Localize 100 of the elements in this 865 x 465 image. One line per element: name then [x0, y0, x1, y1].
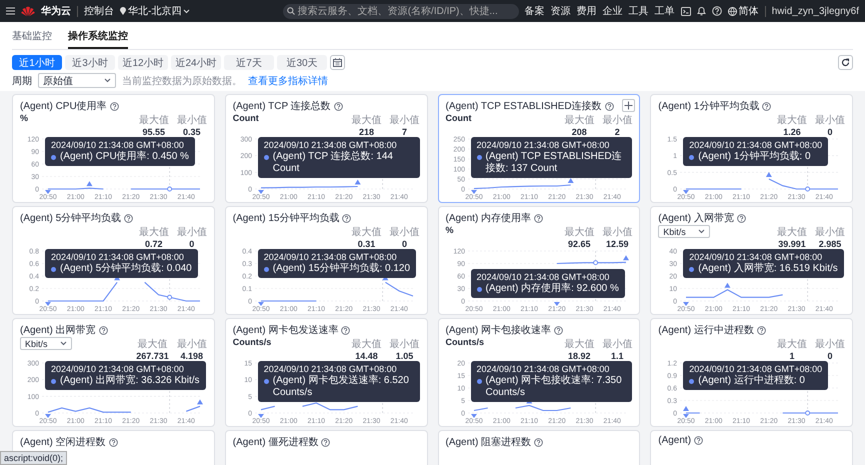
min-value: 1.05	[396, 351, 414, 361]
min-label: 最小值	[602, 114, 632, 127]
hover-point	[805, 410, 810, 416]
help-icon[interactable]	[110, 102, 119, 110]
tab[interactable]: 基础监控	[12, 26, 52, 49]
max-label: 最大值	[777, 338, 807, 351]
brand-name[interactable]: 华为云	[41, 4, 71, 18]
max-label: 最大值	[777, 114, 807, 127]
min-label: 最小值	[390, 338, 420, 351]
help-icon[interactable]	[604, 102, 614, 110]
time-range-button[interactable]: 近3小时	[65, 55, 115, 70]
min-label: 最小值	[815, 226, 845, 239]
min-label: 最小值	[176, 226, 207, 239]
refresh-button[interactable]	[838, 55, 853, 70]
time-range-button[interactable]: 近12小时	[118, 55, 168, 70]
user-name[interactable]: hwid_zyn_3jlegny6f	[772, 6, 859, 16]
tooltip-time: 2024/09/10 21:34:08 GMT+08:00	[689, 252, 824, 262]
max-marker-icon	[724, 282, 731, 288]
console-link[interactable]: 控制台	[84, 4, 114, 18]
nav-link[interactable]: 资源	[550, 4, 571, 18]
series-dot	[264, 267, 269, 272]
details-link[interactable]: 查看更多指标详情	[248, 74, 328, 88]
min-marker-icon	[470, 190, 476, 194]
period-select[interactable]: 原始值	[38, 73, 116, 88]
tooltip-value: (Agent) TCP ESTABLISHED连接数: 137 Count	[486, 151, 623, 175]
tooltip-time: 2024/09/10 21:34:08 GMT+08:00	[264, 140, 398, 150]
add-button[interactable]	[622, 99, 636, 112]
nav-link[interactable]: 工单	[654, 4, 675, 18]
nav-link[interactable]: 工具	[628, 4, 649, 18]
series-dot	[264, 155, 269, 160]
card-title: (Agent) 1分钟平均负载	[658, 100, 760, 113]
card-title: (Agent) 僵死进程数	[232, 436, 318, 449]
help-icon[interactable]	[341, 326, 350, 334]
period-label: 周期	[12, 74, 32, 88]
card-title: (Agent) 15分钟平均负载	[232, 212, 340, 225]
min-value: 0.35	[182, 127, 201, 137]
time-range-button[interactable]: 近1小时	[12, 55, 62, 70]
max-label: 最大值	[138, 226, 169, 239]
series-dot	[689, 267, 694, 272]
help-icon[interactable]	[756, 326, 766, 334]
card-title: (Agent) 入网带宽	[658, 212, 734, 225]
card-title: (Agent) 网卡包发送速率	[232, 324, 338, 337]
status-text: ascript:void(0);	[0, 451, 68, 465]
max-label: 最大值	[564, 338, 594, 351]
terminal-icon[interactable]	[680, 6, 691, 16]
min-value: 0	[827, 351, 832, 361]
calendar-icon	[333, 58, 342, 67]
help-icon[interactable]	[534, 438, 544, 446]
menu-icon[interactable]	[6, 7, 15, 15]
series-dot	[51, 379, 56, 384]
help-icon[interactable]	[554, 326, 564, 334]
help-icon[interactable]	[108, 438, 118, 446]
calendar-button[interactable]	[330, 55, 345, 70]
card-title: (Agent) 空闲进程数	[20, 436, 106, 449]
bell-icon[interactable]	[696, 6, 706, 16]
card-title: (Agent) 出网带宽	[20, 324, 96, 337]
help-icon[interactable]	[321, 438, 330, 446]
help-icon[interactable]	[342, 214, 352, 222]
max-marker-icon	[766, 172, 772, 177]
language-selector[interactable]: 简体	[728, 4, 759, 18]
search-field[interactable]: 搜索云服务、文档、资源(名称/ID/IP)、快捷...	[282, 4, 519, 18]
help-icon[interactable]	[334, 102, 343, 110]
max-label: 最大值	[352, 338, 382, 351]
help-icon[interactable]	[98, 326, 108, 334]
min-value: 2	[614, 127, 620, 137]
tooltip-time: 2024/09/10 21:34:08 GMT+08:00	[51, 252, 185, 262]
max-value: 208	[572, 127, 587, 137]
max-label: 最大值	[564, 226, 594, 239]
max-label: 最大值	[137, 338, 168, 351]
min-value: 2.985	[818, 239, 842, 249]
time-range-button[interactable]: 近24小时	[171, 55, 221, 70]
unit-label: Counts/s	[446, 337, 484, 347]
help-icon[interactable]	[762, 102, 772, 110]
nav-link[interactable]: 费用	[576, 4, 597, 18]
series-dot	[264, 379, 269, 384]
min-value: 12.59	[606, 239, 629, 249]
region-selector[interactable]: 华北-北京四	[120, 4, 190, 18]
help-icon[interactable]	[694, 436, 704, 445]
tab[interactable]: 操作系统监控	[68, 26, 128, 49]
min-label: 最小值	[390, 226, 420, 239]
help-icon[interactable]	[124, 214, 134, 222]
help-icon[interactable]	[736, 214, 746, 222]
tooltip-value: (Agent) 出网带宽: 36.326 Kbit/s	[60, 375, 200, 387]
max-label: 最大值	[777, 226, 807, 239]
card-title: (Agent) 运行中进程数	[658, 324, 754, 337]
caret-icon	[60, 341, 67, 346]
tooltip-time: 2024/09/10 21:34:08 GMT+08:00	[689, 364, 822, 374]
max-value: 1.26	[783, 127, 801, 137]
nav-link[interactable]: 企业	[602, 4, 623, 18]
unit-select[interactable]: Kbit/s	[658, 225, 710, 238]
tooltip-value: (Agent) 网卡包接收速率: 7.350 Counts/s	[486, 375, 623, 399]
tooltip-value: (Agent) 15分钟平均负载: 0.120	[272, 263, 410, 275]
hover-point	[592, 260, 598, 266]
time-range-button[interactable]: 近30天	[277, 55, 327, 70]
petal-logo-icon	[21, 6, 35, 16]
time-range-button[interactable]: 近7天	[224, 55, 274, 70]
series-dot	[51, 267, 56, 272]
help-icon[interactable]	[534, 214, 544, 222]
unit-select[interactable]: Kbit/s	[20, 337, 72, 350]
nav-link[interactable]: 备案	[524, 4, 545, 18]
